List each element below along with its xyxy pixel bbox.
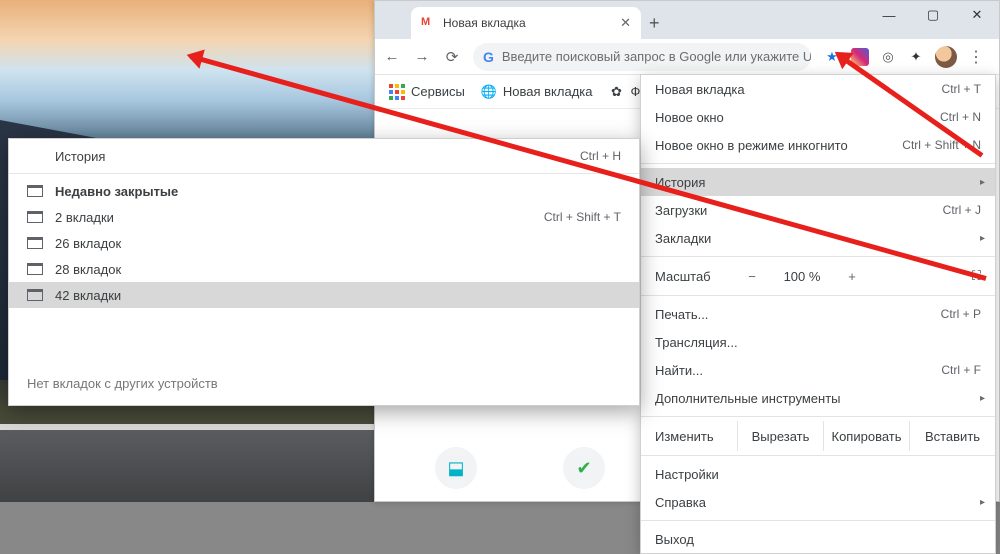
chevron-right-icon: ▸	[980, 177, 985, 188]
window-icon	[27, 263, 43, 275]
google-icon: G	[483, 49, 494, 65]
menu-print[interactable]: Печать...Ctrl + P	[641, 300, 995, 328]
new-tab-button[interactable]: +	[649, 13, 660, 34]
gmail-icon: M	[421, 16, 435, 30]
window-close-button[interactable]: ✕	[955, 1, 999, 29]
chrome-main-menu: Новая вкладкаCtrl + T Новое окноCtrl + N…	[640, 74, 996, 554]
menu-edit-label: Изменить	[641, 421, 737, 451]
reload-button[interactable]: ⟳	[443, 48, 461, 66]
forward-button[interactable]: →	[413, 48, 431, 65]
submenu-recent-item[interactable]: 26 вкладок	[9, 230, 639, 256]
back-button[interactable]: ←	[383, 48, 401, 65]
menu-separator	[641, 520, 995, 521]
menu-edit-row: Изменить Вырезать Копировать Вставить	[641, 421, 995, 451]
chevron-right-icon: ▸	[980, 497, 985, 508]
zoom-out-button[interactable]: −	[743, 269, 761, 284]
window-maximize-button[interactable]: ▢	[911, 1, 955, 29]
menu-new-tab[interactable]: Новая вкладкаCtrl + T	[641, 75, 995, 103]
menu-separator	[641, 163, 995, 164]
menu-downloads[interactable]: ЗагрузкиCtrl + J	[641, 196, 995, 224]
submenu-footer: Нет вкладок с других устройств	[27, 376, 218, 391]
submenu-recent-item[interactable]: 2 вкладкиCtrl + Shift + T	[9, 204, 639, 230]
menu-separator	[641, 256, 995, 257]
folder-icon	[27, 185, 43, 197]
profile-avatar[interactable]	[935, 46, 957, 68]
globe-icon: 🌐	[481, 84, 497, 100]
flower-icon: ✿	[608, 84, 624, 100]
extensions-puzzle-icon[interactable]: ✦	[907, 48, 925, 66]
menu-incognito[interactable]: Новое окно в режиме инкогнитоCtrl + Shif…	[641, 131, 995, 159]
address-bar: ← → ⟳ G Введите поисковый запрос в Googl…	[375, 39, 999, 75]
menu-history[interactable]: История▸	[641, 168, 995, 196]
browser-tab[interactable]: M Новая вкладка ✕	[411, 7, 641, 39]
menu-separator	[641, 455, 995, 456]
menu-separator	[641, 416, 995, 417]
shortcut-icon[interactable]: ⬓	[435, 447, 477, 489]
menu-cut[interactable]: Вырезать	[737, 421, 823, 451]
submenu-recent-header: Недавно закрытые	[9, 178, 639, 204]
menu-more-tools[interactable]: Дополнительные инструменты▸	[641, 384, 995, 412]
menu-help[interactable]: Справка▸	[641, 488, 995, 516]
extension-icon[interactable]: ◎	[879, 48, 897, 66]
zoom-in-button[interactable]: +	[843, 269, 861, 284]
shortcut-icon[interactable]: ✔	[563, 447, 605, 489]
history-submenu: ИсторияCtrl + H Недавно закрытые 2 вклад…	[8, 138, 640, 406]
titlebar: M Новая вкладка ✕ + — ▢ ✕	[375, 1, 999, 39]
apps-grid-icon	[389, 84, 405, 100]
zoom-percent: 100 %	[779, 269, 825, 284]
submenu-recent-item[interactable]: 42 вкладки	[9, 282, 639, 308]
bookmark-item[interactable]: 🌐 Новая вкладка	[481, 84, 593, 100]
tab-close-icon[interactable]: ✕	[620, 15, 631, 31]
menu-separator	[641, 295, 995, 296]
window-minimize-button[interactable]: —	[867, 1, 911, 29]
kebab-menu-icon[interactable]: ⋮	[967, 48, 985, 66]
tab-title: Новая вкладка	[443, 16, 526, 30]
chevron-right-icon: ▸	[980, 233, 985, 244]
omnibox-placeholder: Введите поисковый запрос в Google или ук…	[502, 49, 811, 64]
menu-cast[interactable]: Трансляция...	[641, 328, 995, 356]
menu-settings[interactable]: Настройки	[641, 460, 995, 488]
menu-find[interactable]: Найти...Ctrl + F	[641, 356, 995, 384]
chevron-right-icon: ▸	[980, 393, 985, 404]
omnibox[interactable]: G Введите поисковый запрос в Google или …	[473, 43, 811, 71]
menu-paste[interactable]: Вставить	[909, 421, 995, 451]
window-icon	[27, 211, 43, 223]
menu-exit[interactable]: Выход	[641, 525, 995, 553]
apps-shortcut[interactable]: Сервисы	[389, 84, 465, 100]
window-icon	[27, 237, 43, 249]
menu-separator	[9, 173, 639, 174]
window-icon	[27, 289, 43, 301]
submenu-recent-item[interactable]: 28 вкладок	[9, 256, 639, 282]
menu-copy[interactable]: Копировать	[823, 421, 909, 451]
